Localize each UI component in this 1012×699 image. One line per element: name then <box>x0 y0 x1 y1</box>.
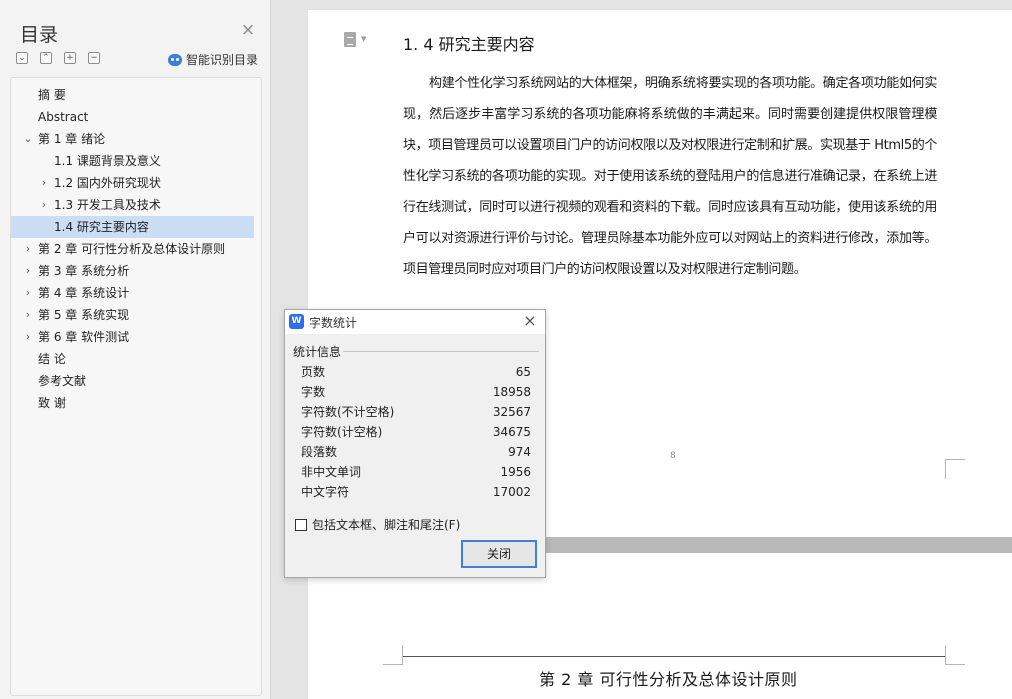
smart-toc-button[interactable]: 智能识别目录 <box>168 51 258 68</box>
smart-toc-label: 智能识别目录 <box>186 53 259 67</box>
toc-item[interactable]: ⌄ 第 1 章 绪论 <box>11 128 261 150</box>
toc-item[interactable]: 参考文献 <box>11 370 261 392</box>
toc-item-label: 参考文献 <box>38 374 87 388</box>
dialog-titlebar[interactable]: W 字数统计 × <box>285 310 545 334</box>
chevron-right-icon[interactable]: › <box>22 326 34 348</box>
checkbox-box[interactable] <box>295 518 307 531</box>
toc-item[interactable]: › 第 6 章 软件测试 <box>11 326 261 348</box>
stats-label: 字符数(计空格) <box>301 425 383 439</box>
toc-item-label: 1.4 研究主要内容 <box>54 220 149 234</box>
page-corner-mark <box>945 645 965 665</box>
remove-heading-icon[interactable]: − <box>88 52 100 64</box>
stats-row: 中文字符 17002 <box>301 482 531 502</box>
wps-app-icon: W <box>289 314 304 329</box>
toc-item[interactable]: 摘 要 <box>11 84 261 106</box>
stats-value: 974 <box>508 445 531 459</box>
stats-label: 字符数(不计空格) <box>301 405 395 419</box>
expand-all-icon[interactable]: ⌃ <box>40 52 52 64</box>
toc-item[interactable]: › 1.3 开发工具及技术 <box>11 194 261 216</box>
section-heading: 1. 4 研究主要内容 <box>403 35 535 54</box>
toc-item[interactable]: › 第 2 章 可行性分析及总体设计原则 <box>11 238 261 260</box>
toc-item-label: 结 论 <box>38 352 66 366</box>
close-button[interactable]: 关闭 <box>461 540 537 568</box>
toc-item-label: 第 1 章 绪论 <box>38 132 106 146</box>
stats-row: 段落数 974 <box>301 442 531 462</box>
toc-panel: 目录 × ⌄ ⌃ + − 智能识别目录 摘 要 Abstract ⌄ 第 1 章 绪论… <box>0 0 271 699</box>
stats-row: 非中文单词 1956 <box>301 462 531 482</box>
chevron-right-icon[interactable]: › <box>22 304 34 326</box>
toc-list: 摘 要 Abstract ⌄ 第 1 章 绪论 1.1 课题背景及意义 › 1.2 国内外研… <box>10 77 262 696</box>
toc-item-label: 1.3 开发工具及技术 <box>54 198 161 212</box>
page-number: 8 <box>670 451 676 461</box>
word-count-dialog: W 字数统计 × 统计信息 页数 65 字数 18958 字符数(不计空格) 32567 字… <box>284 309 546 578</box>
body-paragraph: 构建个性化学习系统网站的大体框架，明确系统将要实现的各项功能。确定各项功能如何实… <box>403 76 937 277</box>
close-icon[interactable]: × <box>521 312 539 330</box>
toc-item-label: 1.2 国内外研究现状 <box>54 176 161 190</box>
toc-item-label: 1.1 课题背景及意义 <box>54 154 161 168</box>
toc-item-label: 第 4 章 系统设计 <box>38 286 130 300</box>
chevron-down-icon[interactable]: ▼ <box>361 35 366 43</box>
chevron-right-icon[interactable]: › <box>22 282 34 304</box>
page-corner-mark <box>945 459 965 479</box>
dialog-title: 字数统计 <box>309 316 358 330</box>
stats-value: 17002 <box>492 485 531 499</box>
chapter-heading: 第 2 章 可行性分析及总体设计原则 <box>539 670 798 689</box>
stats-row: 字符数(计空格) 34675 <box>301 422 531 442</box>
stats-label: 段落数 <box>301 445 338 459</box>
toc-item-label: 第 2 章 可行性分析及总体设计原则 <box>38 242 226 256</box>
chevron-right-icon[interactable]: › <box>38 194 50 216</box>
header-rule <box>403 656 945 657</box>
toc-item-label: Abstract <box>38 110 89 124</box>
page-corner-mark <box>383 645 403 665</box>
stats-value: 1956 <box>500 465 531 479</box>
toc-item-label: 摘 要 <box>38 88 66 102</box>
stats-value: 32567 <box>492 405 531 419</box>
chevron-right-icon[interactable]: › <box>22 260 34 282</box>
toc-item[interactable]: 1.4 研究主要内容 <box>11 216 254 238</box>
stats-label: 非中文单词 <box>301 465 362 479</box>
toc-item[interactable]: › 第 5 章 系统实现 <box>11 304 261 326</box>
stats-row: 页数 65 <box>301 362 531 382</box>
stats-value: 65 <box>515 365 531 379</box>
toc-item[interactable]: › 第 4 章 系统设计 <box>11 282 261 304</box>
stats-label: 中文字符 <box>301 485 350 499</box>
stats-row: 字数 18958 <box>301 382 531 402</box>
toc-item-label: 第 3 章 系统分析 <box>38 264 130 278</box>
chevron-down-icon[interactable]: ⌄ <box>22 128 34 150</box>
stats-value: 18958 <box>492 385 531 399</box>
ai-robot-icon <box>168 53 182 66</box>
add-heading-icon[interactable]: + <box>64 52 76 64</box>
stats-value: 34675 <box>492 425 531 439</box>
collapse-all-icon[interactable]: ⌄ <box>16 52 28 64</box>
stats-row: 字符数(不计空格) 32567 <box>301 402 531 422</box>
toc-item-label: 第 6 章 软件测试 <box>38 330 130 344</box>
toc-item[interactable]: 1.1 课题背景及意义 <box>11 150 261 172</box>
stats-section-label: 统计信息 <box>293 345 342 359</box>
toc-item[interactable]: 致 谢 <box>11 392 261 414</box>
toc-item[interactable]: › 1.2 国内外研究现状 <box>11 172 261 194</box>
include-textbox-checkbox[interactable]: 包括文本框、脚注和尾注(F) <box>295 516 460 533</box>
stats-label: 字数 <box>301 385 326 399</box>
stats-label: 页数 <box>301 365 326 379</box>
chevron-right-icon[interactable]: › <box>22 238 34 260</box>
chevron-right-icon[interactable]: › <box>38 172 50 194</box>
toc-item[interactable]: 结 论 <box>11 348 261 370</box>
toc-item[interactable]: › 第 3 章 系统分析 <box>11 260 261 282</box>
divider <box>343 351 539 352</box>
checkbox-label: 包括文本框、脚注和尾注(F) <box>312 518 461 532</box>
toc-item-label: 致 谢 <box>38 396 66 410</box>
toc-close-icon[interactable]: × <box>240 22 256 39</box>
toc-item[interactable]: Abstract <box>11 106 261 128</box>
document-icon[interactable] <box>344 32 356 47</box>
toc-item-label: 第 5 章 系统实现 <box>38 308 130 322</box>
toc-title: 目录 <box>20 24 59 46</box>
